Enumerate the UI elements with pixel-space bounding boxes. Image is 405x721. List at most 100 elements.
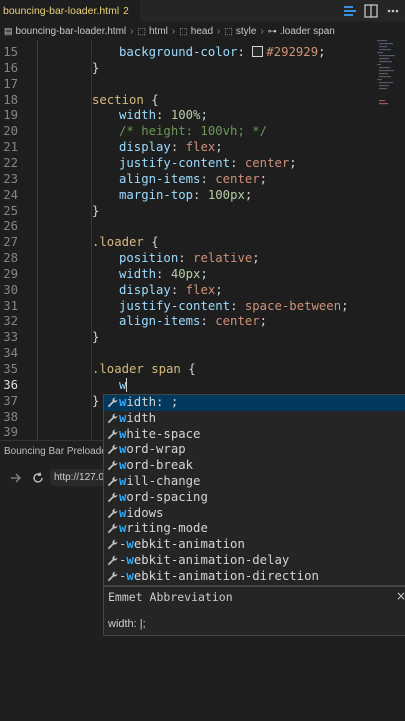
code-line[interactable]: 16}: [0, 60, 405, 76]
code-token: }: [92, 330, 100, 345]
open-changes-icon[interactable]: [343, 4, 357, 18]
suggestion-item[interactable]: -webkit-animation-delay: [104, 553, 405, 569]
forward-arrow-icon[interactable]: [10, 472, 22, 484]
code-line[interactable]: 22 justify-content: center;: [0, 155, 405, 171]
code-line[interactable]: 15 background-color: #292929;: [0, 44, 405, 60]
details-preview: width: |;: [108, 618, 146, 630]
line-number: 18: [3, 92, 18, 107]
breadcrumb-item[interactable]: ⊶ .loader span: [268, 26, 335, 37]
code-content: /* height: 100vh; */: [119, 123, 267, 139]
tag-icon: ⬚: [179, 25, 188, 36]
suggestion-label: -webkit-animation: [119, 537, 245, 552]
breadcrumb-item[interactable]: ⬚ style: [224, 26, 256, 37]
code-content: margin-top: 100px;: [119, 187, 252, 203]
code-token: :: [170, 282, 186, 297]
code-token: justify-content: [119, 298, 231, 313]
split-editor-icon[interactable]: [364, 4, 378, 18]
suggestion-item[interactable]: will-change: [104, 474, 405, 490]
autocomplete-list[interactable]: width: ; width white-space word-wrap word-br…: [103, 394, 405, 586]
code-token: ;: [200, 108, 208, 123]
code-line[interactable]: 33}: [0, 329, 405, 345]
wrench-icon: [107, 429, 118, 439]
suggestion-item[interactable]: writing-mode: [104, 521, 405, 537]
code-token: ;: [259, 171, 268, 186]
tag-icon: ⬚: [137, 25, 146, 36]
code-editor[interactable]: 15 background-color: #292929; 16} 17 18 secti…: [0, 40, 405, 440]
code-line[interactable]: 35 .loader span {: [0, 361, 405, 377]
code-token: :: [230, 155, 245, 170]
line-number: 23: [3, 171, 18, 186]
suggestion-label: will-change: [119, 474, 201, 488]
code-token: center: [215, 171, 260, 186]
code-line[interactable]: 18 section {: [0, 92, 405, 108]
code-line[interactable]: 31 justify-content: space-between;: [0, 298, 405, 314]
code-token: 100%: [170, 108, 201, 123]
breadcrumb-item[interactable]: ▤ bouncing-bar-loader.html: [4, 26, 126, 37]
code-token: }: [92, 60, 100, 75]
tab-active[interactable]: bouncing-bar-loader.html 2: [0, 0, 140, 22]
suggestion-item[interactable]: -webkit-animation: [104, 537, 405, 553]
code-content: justify-content: center;: [119, 155, 297, 171]
suggestion-item[interactable]: width: [104, 411, 405, 427]
code-line[interactable]: 23 align-items: center;: [0, 171, 405, 187]
code-token: align-items: [119, 314, 201, 329]
breadcrumb-item[interactable]: ⬚ html: [137, 26, 167, 37]
code-token: }: [92, 203, 100, 218]
breadcrumb-separator-icon: ›: [260, 25, 264, 37]
code-token: .loader: [92, 235, 144, 250]
code-line[interactable]: 34: [0, 345, 405, 361]
suggestion-item[interactable]: word-break: [104, 458, 405, 474]
code-token: ;: [215, 282, 223, 297]
code-line[interactable]: 19 width: 100%;: [0, 107, 405, 123]
code-line[interactable]: 36 w: [0, 377, 405, 393]
code-token: width: [119, 108, 157, 123]
suggestion-label: word-wrap: [119, 442, 186, 457]
code-token: :: [200, 171, 216, 186]
code-line[interactable]: 28 position: relative;: [0, 250, 405, 266]
code-line[interactable]: 21 display: flex;: [0, 139, 405, 155]
breadcrumb-separator-icon: ›: [130, 25, 134, 37]
suggestion-item[interactable]: widows: [104, 506, 405, 522]
code-line[interactable]: 26: [0, 218, 405, 234]
suggestion-label: -webkit-animation-delay: [119, 553, 290, 567]
reload-icon[interactable]: [32, 472, 44, 484]
line-number: 20: [3, 124, 18, 139]
code-token: center: [215, 314, 260, 329]
line-number: 38: [3, 409, 18, 424]
more-actions-icon[interactable]: [386, 4, 400, 18]
code-line[interactable]: 25}: [0, 203, 405, 219]
wrench-icon: [107, 524, 118, 534]
breadcrumb-item[interactable]: ⬚ head: [179, 26, 213, 37]
code-line[interactable]: 20 /* height: 100vh; */: [0, 123, 405, 139]
close-icon[interactable]: ×: [396, 589, 405, 603]
code-token: display: [119, 282, 171, 297]
code-line[interactable]: 32 align-items: center;: [0, 313, 405, 329]
wrench-icon: [107, 397, 118, 408]
code-line[interactable]: 27 .loader {: [0, 234, 405, 250]
suggestion-item[interactable]: word-spacing: [104, 490, 405, 506]
line-number: 28: [3, 251, 18, 266]
code-token: :: [170, 140, 186, 155]
code-token: ;: [252, 251, 260, 266]
wrench-icon: [107, 476, 118, 487]
code-token: #292929: [266, 45, 319, 59]
code-content: justify-content: space-between;: [119, 298, 349, 314]
suggestion-label: word-break: [119, 458, 194, 473]
wrench-icon: [107, 445, 118, 455]
suggestion-item[interactable]: word-wrap: [104, 442, 405, 458]
code-content: display: flex;: [119, 139, 223, 155]
suggestion-item[interactable]: -webkit-animation-direction: [104, 569, 405, 585]
code-line[interactable]: 29 width: 40px;: [0, 266, 405, 282]
suggestion-item[interactable]: white-space: [104, 427, 405, 443]
line-number: 35: [3, 362, 18, 376]
code-line[interactable]: 24 margin-top: 100px;: [0, 187, 405, 203]
tag-icon: ⬚: [224, 25, 233, 36]
code-token: justify-content: [119, 155, 231, 170]
code-token: 100px: [207, 187, 245, 202]
line-number: 24: [3, 187, 18, 202]
line-number: 33: [3, 330, 18, 345]
code-line[interactable]: 30 display: flex;: [0, 282, 405, 298]
code-content: position: relative;: [119, 250, 260, 266]
suggestion-item[interactable]: width: ;: [104, 395, 405, 411]
code-line[interactable]: 17: [0, 76, 405, 92]
